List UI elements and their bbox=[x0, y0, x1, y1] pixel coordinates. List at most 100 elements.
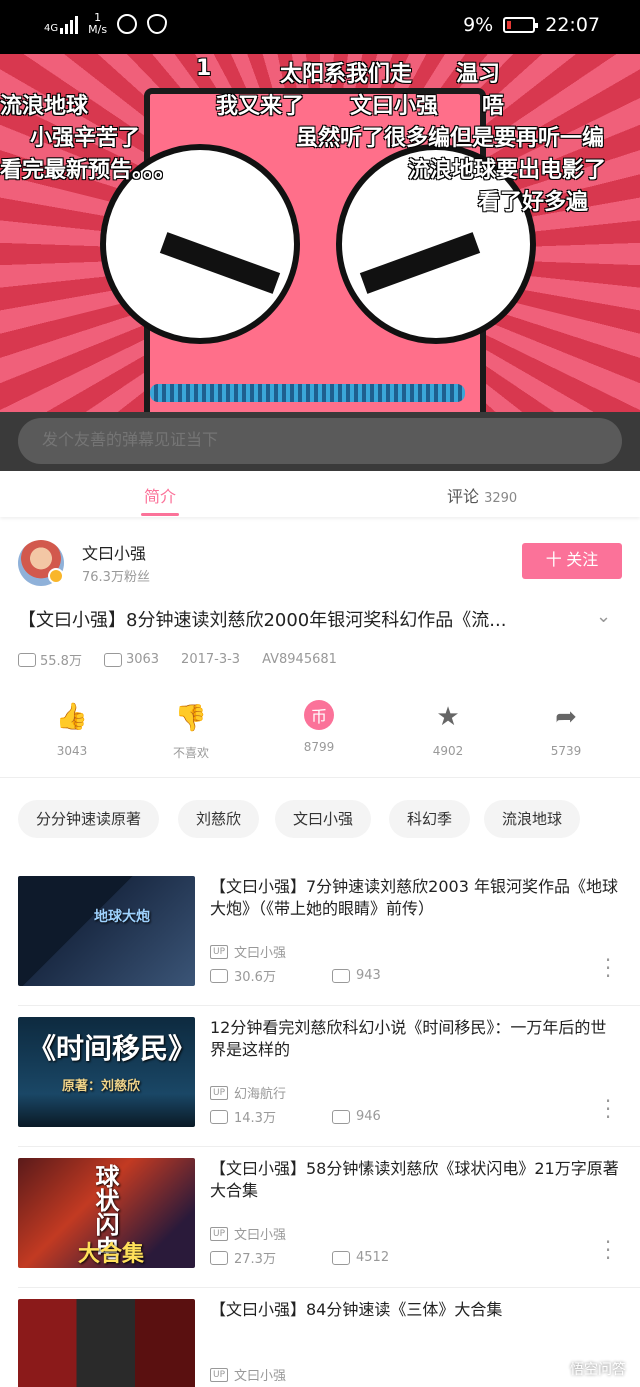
video-meta: 55.8万 3063 2017-3-3 AV8945681 bbox=[18, 650, 337, 669]
eye-icon bbox=[147, 14, 168, 34]
recommended-video[interactable]: 地球大炮 【文曰小强】7分钟速读刘慈欣2003 年银河奖作品《地球大炮》（《带上… bbox=[0, 876, 640, 1016]
recommended-video-uploader: UP 文曰小强 bbox=[210, 942, 286, 961]
recommended-video-stats: 27.3万 4512 bbox=[210, 1248, 389, 1267]
divider bbox=[18, 1005, 640, 1006]
danmaku-count: 943 bbox=[356, 968, 381, 983]
danmaku-comment: 小强辛苦了 bbox=[30, 126, 141, 151]
video-thumbnail: 《时间移民》 原著：刘慈欣 bbox=[18, 1017, 195, 1127]
danmaku-comment: 虽然听了很多编但是要再听一编 bbox=[296, 126, 605, 151]
more-options-icon[interactable]: · · · bbox=[602, 1232, 614, 1268]
danmaku-comment: 看完最新预告。。。 bbox=[0, 158, 177, 183]
tag-chip[interactable]: 文曰小强 bbox=[275, 800, 372, 838]
up-badge: UP bbox=[210, 1085, 229, 1100]
battery-percent: 9% bbox=[463, 14, 494, 36]
danmaku-comment: 1 bbox=[196, 56, 212, 81]
up-badge: UP bbox=[210, 1367, 229, 1382]
danmaku-comment: 太阳系我们走 bbox=[280, 62, 413, 87]
coin-button[interactable]: 币 8799 bbox=[269, 700, 369, 754]
tab-comments[interactable]: 评论 3290 bbox=[447, 483, 517, 507]
tag-chip[interactable]: 刘慈欣 bbox=[178, 800, 260, 838]
tab-intro[interactable]: 简介 bbox=[144, 483, 176, 507]
battery-icon bbox=[503, 17, 539, 33]
favorite-button[interactable]: ★ 4902 bbox=[398, 700, 498, 758]
uploader-name: 幻海航行 bbox=[234, 1087, 287, 1102]
danmaku-comment: 唔 bbox=[482, 94, 505, 119]
danmaku-comment: 文曰小强 bbox=[350, 94, 439, 119]
thumbnail-text: 地球大炮 bbox=[94, 909, 150, 925]
tab-comments-label: 评论 bbox=[447, 487, 480, 506]
play-count-icon bbox=[210, 1109, 228, 1124]
uploader-fans: 76.3万粉丝 bbox=[82, 570, 150, 585]
coin-icon: 币 bbox=[304, 700, 334, 730]
uploader-name: 文曰小强 bbox=[234, 1228, 287, 1243]
more-options-icon[interactable]: · · · bbox=[602, 1091, 614, 1127]
coin-count: 8799 bbox=[303, 740, 335, 754]
divider bbox=[18, 1146, 640, 1147]
danmaku-comment: 我又来了 bbox=[216, 94, 305, 119]
danmaku-count-icon bbox=[332, 1250, 350, 1265]
share-arrow-icon: ➦ bbox=[555, 702, 577, 732]
recommended-video-uploader: UP 文曰小强 bbox=[210, 1224, 286, 1243]
tag-chip[interactable]: 流浪地球 bbox=[484, 800, 581, 838]
recommended-video-stats: 30.6万 943 bbox=[210, 966, 381, 985]
like-button[interactable]: 👍 3043 bbox=[22, 700, 122, 758]
danmaku-comment: 流浪地球 bbox=[0, 94, 89, 119]
recommended-video-uploader: UP 幻海航行 bbox=[210, 1083, 286, 1102]
play-count-icon bbox=[18, 652, 36, 667]
dislike-button[interactable]: 👍 不喜欢 bbox=[141, 700, 241, 761]
recommended-video-stats: 14.3万 946 bbox=[210, 1107, 381, 1126]
network-speed-unit: M/s bbox=[88, 23, 108, 36]
thumbnail-text: 《时间移民》 bbox=[28, 1032, 195, 1065]
share-count: 5739 bbox=[550, 744, 582, 758]
view-count: 27.3万 bbox=[234, 1252, 276, 1267]
recommended-video[interactable]: 《时间移民》 原著：刘慈欣 12分钟看完刘慈欣科幻小说《时间移民》：一万年后的世… bbox=[0, 1017, 640, 1157]
share-button[interactable]: ➦ 5739 bbox=[516, 700, 616, 758]
uploader-name: 文曰小强 bbox=[234, 946, 287, 961]
danmaku-comment: 温习 bbox=[456, 62, 501, 87]
danmaku-input[interactable] bbox=[18, 418, 622, 464]
tab-comments-count: 3290 bbox=[484, 491, 518, 506]
more-options-icon[interactable]: · · · bbox=[602, 950, 614, 986]
watermark: 悟空问答 bbox=[570, 1362, 626, 1378]
recommended-video-title: 12分钟看完刘慈欣科幻小说《时间移民》：一万年后的世界是这样的 bbox=[210, 1018, 607, 1059]
danmaku-count: 4512 bbox=[356, 1250, 390, 1265]
uploader-name: 文曰小强 bbox=[234, 1369, 287, 1384]
danmaku-count-icon bbox=[332, 1109, 350, 1124]
video-thumbnail bbox=[18, 1299, 195, 1387]
clock: 22:07 bbox=[545, 14, 600, 36]
video-player[interactable]: 1 太阳系我们走 温习 流浪地球 我又来了 文曰小强 唔 小强辛苦了 虽然听了很… bbox=[0, 54, 640, 471]
divider bbox=[18, 1287, 640, 1288]
action-bar: 👍 3043 👍 不喜欢 币 8799 ★ 4902 ➦ 5739 bbox=[0, 700, 640, 770]
follow-button[interactable]: 十 关注 bbox=[522, 543, 622, 579]
danmaku-comment: 流浪地球要出电影了 bbox=[408, 158, 607, 183]
thumbnail-subtext: 原著：刘慈欣 bbox=[62, 1079, 141, 1094]
video-title: 【文曰小强】8分钟速读刘慈欣2000年银河奖科幻作品《流... bbox=[18, 610, 507, 631]
thumbs-up-icon: 👍 bbox=[55, 702, 89, 732]
uploader-name[interactable]: 文曰小强 bbox=[82, 540, 146, 564]
danmaku-count-icon bbox=[103, 652, 122, 667]
danmaku-count-icon bbox=[332, 968, 350, 983]
up-badge: UP bbox=[210, 1226, 229, 1241]
favorite-count: 4902 bbox=[432, 744, 464, 758]
view-count: 55.8万 bbox=[40, 654, 82, 669]
view-count: 14.3万 bbox=[234, 1111, 276, 1126]
recommended-video[interactable]: 【文曰小强】84分钟速读《三体》大合集 UP 文曰小强 bbox=[0, 1299, 640, 1387]
av-number: AV8945681 bbox=[262, 652, 337, 667]
up-badge: UP bbox=[210, 944, 229, 959]
video-thumbnail: 地球大炮 bbox=[18, 876, 195, 986]
video-frame-zipper bbox=[150, 384, 465, 402]
status-bar: 4G 1 M/s 9% 22:07 bbox=[0, 0, 640, 54]
dislike-label: 不喜欢 bbox=[172, 746, 209, 760]
tag-chip[interactable]: 分分钟速读原著 bbox=[18, 800, 160, 838]
expand-chevron-icon[interactable]: ⌄ bbox=[596, 606, 611, 627]
tag-chip[interactable]: 科幻季 bbox=[389, 800, 471, 838]
danmaku-count: 3063 bbox=[125, 652, 160, 667]
danmaku-comment: 看了好多遍 bbox=[478, 190, 589, 215]
recommended-video-title: 【文曰小强】58分钟愫读刘慈欣《球状闪电》21万字原著大合集 bbox=[210, 1159, 619, 1200]
recommended-video[interactable]: 球状闪电 大合集 【文曰小强】58分钟愫读刘慈欣《球状闪电》21万字原著大合集 … bbox=[0, 1158, 640, 1298]
play-count-icon bbox=[210, 968, 228, 983]
play-count-icon bbox=[210, 1250, 228, 1265]
recommended-video-uploader: UP 文曰小强 bbox=[210, 1365, 286, 1384]
danmaku-count: 946 bbox=[356, 1109, 381, 1124]
verified-badge-icon bbox=[48, 568, 64, 584]
